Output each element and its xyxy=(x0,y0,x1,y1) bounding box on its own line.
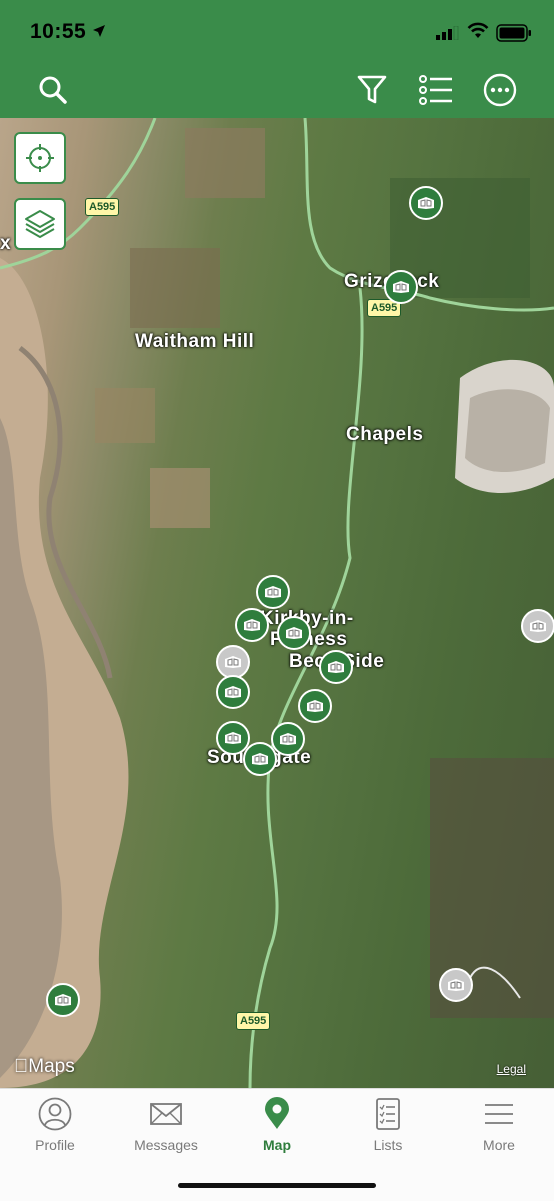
apple-maps-attribution: Maps xyxy=(14,1056,75,1078)
tab-more-label: More xyxy=(483,1137,515,1153)
tab-lists-label: Lists xyxy=(373,1137,403,1153)
map-marker-inactive[interactable] xyxy=(439,968,473,1002)
place-label-waitham-hill: Waitham Hill xyxy=(135,331,255,352)
battery-icon xyxy=(496,24,531,42)
marker-icon xyxy=(286,627,302,639)
list-view-button[interactable] xyxy=(416,70,456,110)
tab-map[interactable]: Map xyxy=(222,1097,332,1161)
marker-icon xyxy=(280,733,296,745)
location-arrow-icon xyxy=(93,25,105,37)
tab-profile-label: Profile xyxy=(35,1137,75,1153)
maps-attribution-text: Maps xyxy=(14,1056,74,1077)
marker-icon xyxy=(530,620,546,632)
map-layers-button[interactable] xyxy=(14,198,66,250)
search-icon xyxy=(39,76,67,104)
map-marker-active[interactable] xyxy=(243,742,277,776)
map-marker-active[interactable] xyxy=(271,722,305,756)
map-marker-active[interactable] xyxy=(46,983,80,1017)
road-shield-a595: A595 xyxy=(85,198,120,216)
map-marker-active[interactable] xyxy=(277,616,311,650)
tab-messages[interactable]: Messages xyxy=(111,1097,221,1161)
map-marker-inactive[interactable] xyxy=(521,609,554,643)
tab-messages-label: Messages xyxy=(134,1137,198,1153)
tab-more[interactable]: More xyxy=(444,1097,554,1161)
marker-icon xyxy=(393,281,409,293)
envelope-icon xyxy=(150,1103,182,1125)
map-view[interactable]: x Waitham Hill Grizebeck Chapels Kirkby-… xyxy=(0,118,554,1088)
wifi-icon xyxy=(467,22,489,38)
map-marker-active[interactable] xyxy=(298,689,332,723)
marker-icon xyxy=(225,656,241,668)
marker-icon xyxy=(328,661,344,673)
list-icon xyxy=(419,75,452,105)
marker-icon xyxy=(225,732,241,744)
cellular-signal-icon xyxy=(436,26,459,40)
marker-icon xyxy=(225,686,241,698)
person-icon xyxy=(38,1097,72,1131)
marker-icon xyxy=(307,700,323,712)
place-label-edge: x xyxy=(0,233,12,254)
status-time: 10:55 xyxy=(30,20,87,43)
status-bar: 10:55 xyxy=(0,0,554,62)
home-indicator xyxy=(178,1183,376,1188)
app-header: 10:55 xyxy=(0,0,554,118)
map-marker-active[interactable] xyxy=(256,575,290,609)
marker-icon xyxy=(448,979,464,991)
search-button[interactable] xyxy=(33,70,73,110)
marker-icon xyxy=(418,197,434,209)
ellipsis-circle-icon xyxy=(483,73,517,107)
marker-icon xyxy=(55,994,71,1006)
tab-profile[interactable]: Profile xyxy=(0,1097,110,1161)
marker-icon xyxy=(252,753,268,765)
filter-icon xyxy=(357,75,387,104)
legal-link[interactable]: Legal xyxy=(497,1062,526,1076)
checklist-icon xyxy=(376,1098,400,1130)
layers-icon xyxy=(25,210,55,238)
tab-map-label: Map xyxy=(263,1137,291,1153)
map-marker-active[interactable] xyxy=(216,675,250,709)
map-marker-active[interactable] xyxy=(409,186,443,220)
place-label-chapels: Chapels xyxy=(346,424,424,445)
crosshair-icon xyxy=(26,144,54,172)
marker-icon xyxy=(244,619,260,631)
filter-button[interactable] xyxy=(352,70,392,110)
map-pin-icon xyxy=(265,1097,289,1129)
map-marker-active[interactable] xyxy=(319,650,353,684)
map-marker-inactive[interactable] xyxy=(216,645,250,679)
road-shield-a595: A595 xyxy=(236,1012,271,1030)
map-marker-active[interactable] xyxy=(384,270,418,304)
menu-icon xyxy=(485,1104,513,1124)
locate-me-button[interactable] xyxy=(14,132,66,184)
marker-icon xyxy=(265,586,281,598)
tab-lists[interactable]: Lists xyxy=(333,1097,443,1161)
map-marker-active[interactable] xyxy=(235,608,269,642)
more-options-button[interactable] xyxy=(480,70,520,110)
